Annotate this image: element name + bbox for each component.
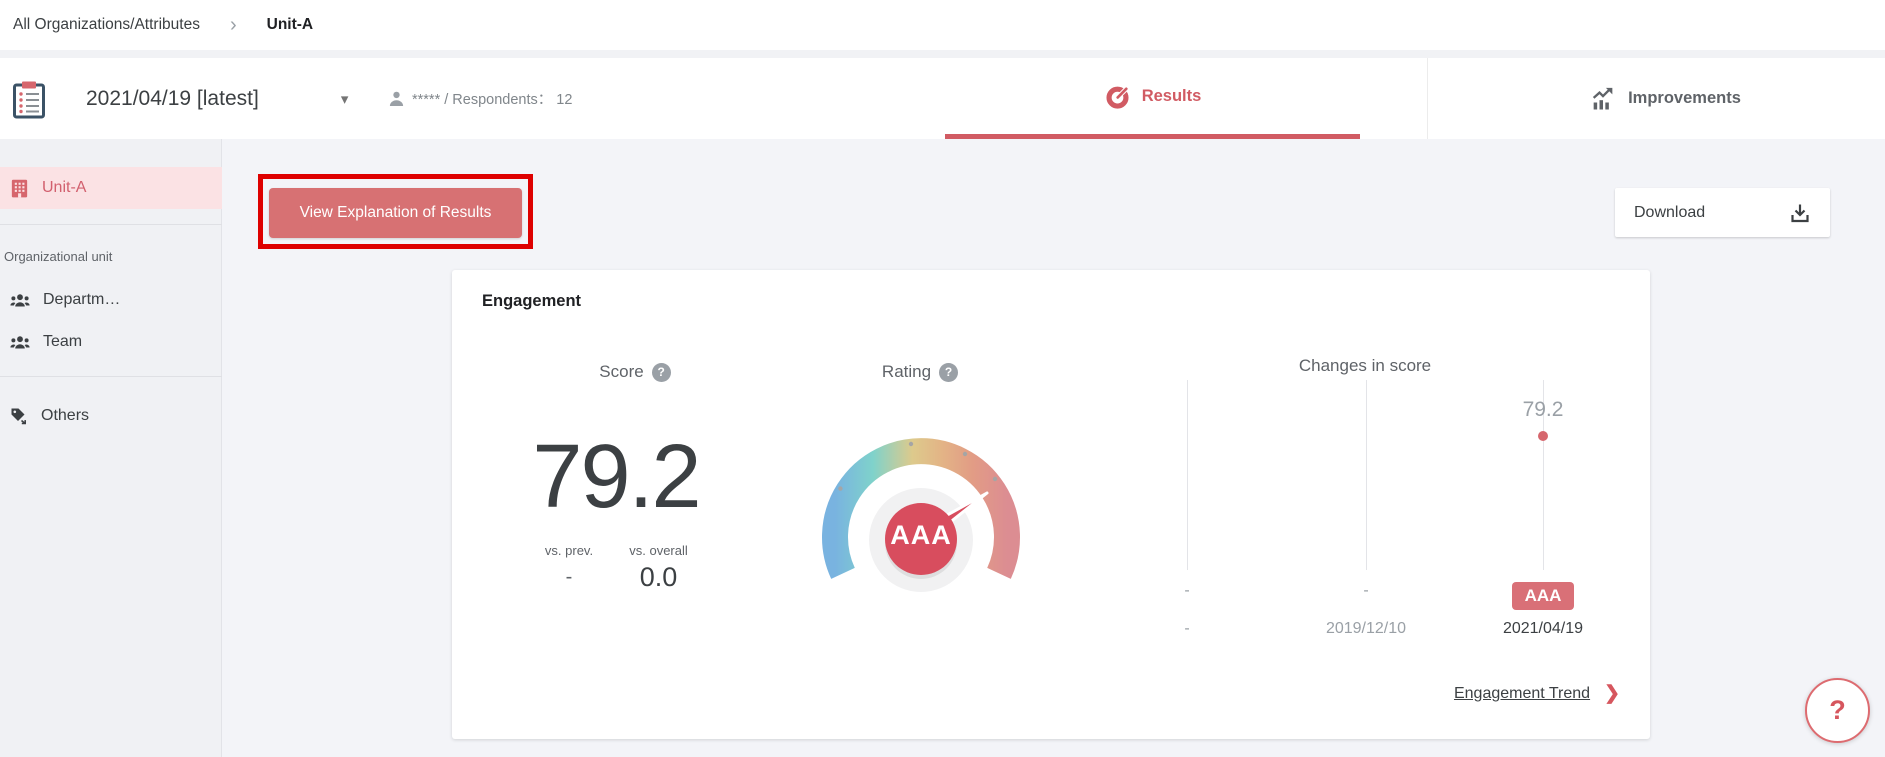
tab-improvements[interactable]: Improvements: [1470, 58, 1860, 139]
vs-overall-label: vs. overall: [606, 543, 711, 558]
tab-results-label: Results: [1142, 87, 1202, 106]
rating-dash: -: [1107, 582, 1267, 612]
download-label: Download: [1634, 204, 1705, 222]
header-bar: 2021/04/19 [latest] ▾ ***** / Respondent…: [0, 58, 1885, 139]
score-header: Score ?: [555, 362, 715, 382]
chart-column: 79.2 AAA 2021/04/19: [1463, 270, 1623, 650]
date-label: 2021/04/19: [1463, 620, 1623, 638]
help-fab-button[interactable]: ?: [1805, 678, 1870, 743]
survey-date-selector[interactable]: 2021/04/19 [latest] ▾: [86, 58, 348, 139]
chart-column: - -: [1107, 270, 1267, 650]
chevron-right-icon: ❯: [1604, 682, 1620, 705]
building-icon: [10, 178, 29, 198]
breadcrumb-root-link[interactable]: All Organizations/Attributes: [13, 16, 200, 34]
sidebar-item-label: Others: [41, 407, 89, 425]
view-explanation-button[interactable]: View Explanation of Results: [269, 188, 522, 238]
breadcrumb-current: Unit-A: [267, 16, 314, 34]
score-value: 79.2: [486, 432, 746, 522]
rating-badge-cell: AAA: [1463, 582, 1623, 612]
gauge-icon: [1104, 83, 1131, 110]
vs-prev-label: vs. prev.: [529, 543, 609, 558]
rating-label: Rating: [882, 362, 931, 382]
sidebar-divider: [0, 224, 222, 225]
tag-icon: [10, 407, 28, 425]
rating-help-icon[interactable]: ?: [939, 363, 958, 382]
rating-dash: -: [1286, 582, 1446, 612]
chart-guide-line: [1187, 380, 1188, 570]
sidebar-item-team[interactable]: Team: [0, 321, 222, 363]
sidebar-item-unit-a[interactable]: Unit-A: [0, 167, 222, 209]
tab-improvements-label: Improvements: [1628, 89, 1741, 108]
card-title: Engagement: [482, 292, 581, 311]
download-icon: [1789, 202, 1811, 224]
chart-guide-line: [1366, 380, 1367, 570]
score-help-icon[interactable]: ?: [652, 363, 671, 382]
survey-clipboard-icon: [12, 80, 46, 125]
date-label: 2019/12/10: [1286, 620, 1446, 638]
group-icon: [10, 334, 30, 351]
vs-prev-value: -: [529, 566, 609, 589]
dropdown-caret-icon: ▾: [341, 90, 349, 108]
data-point-value: 79.2: [1463, 398, 1623, 422]
engagement-trend-link[interactable]: Engagement Trend ❯: [1454, 682, 1620, 705]
engagement-card: Engagement Score ? 79.2 vs. prev. - vs. …: [452, 270, 1650, 739]
breadcrumb: All Organizations/Attributes › Unit-A: [0, 0, 1885, 50]
score-label: Score: [599, 362, 643, 382]
chart-column: - 2019/12/10: [1286, 270, 1446, 650]
breadcrumb-chevron-icon: ›: [230, 15, 237, 35]
vs-overall-block: vs. overall 0.0: [606, 543, 711, 593]
respondents-label: ***** / Respondents： 12: [412, 88, 572, 109]
app-root: All Organizations/Attributes › Unit-A 20…: [0, 0, 1885, 757]
group-icon: [10, 292, 30, 309]
chart-increase-icon: [1589, 85, 1617, 113]
sidebar-item-label: Departm…: [43, 291, 120, 309]
sidebar: Unit-A Organizational unit Departm…: [0, 139, 222, 757]
survey-date-label: 2021/04/19 [latest]: [86, 87, 259, 111]
tabs-divider: [1427, 58, 1428, 139]
sidebar-item-label: Unit-A: [42, 179, 86, 197]
tab-results[interactable]: Results: [945, 58, 1360, 139]
sidebar-item-others[interactable]: Others: [0, 395, 222, 437]
download-button[interactable]: Download: [1615, 188, 1830, 237]
engagement-trend-label: Engagement Trend: [1454, 685, 1590, 703]
sidebar-divider: [0, 376, 222, 377]
rating-value: AAA: [821, 520, 1021, 551]
sidebar-section-label: Organizational unit: [4, 249, 112, 264]
data-point-dot: [1538, 431, 1548, 441]
vs-prev-block: vs. prev. -: [529, 543, 609, 589]
rating-header: Rating ?: [840, 362, 1000, 382]
sidebar-item-department[interactable]: Departm…: [0, 279, 222, 321]
vs-overall-value: 0.0: [606, 562, 711, 593]
person-icon: [388, 90, 405, 107]
rating-badge: AAA: [1512, 582, 1575, 610]
sidebar-item-label: Team: [43, 333, 82, 351]
respondents-info: ***** / Respondents： 12: [388, 58, 572, 139]
date-label: -: [1107, 620, 1267, 638]
